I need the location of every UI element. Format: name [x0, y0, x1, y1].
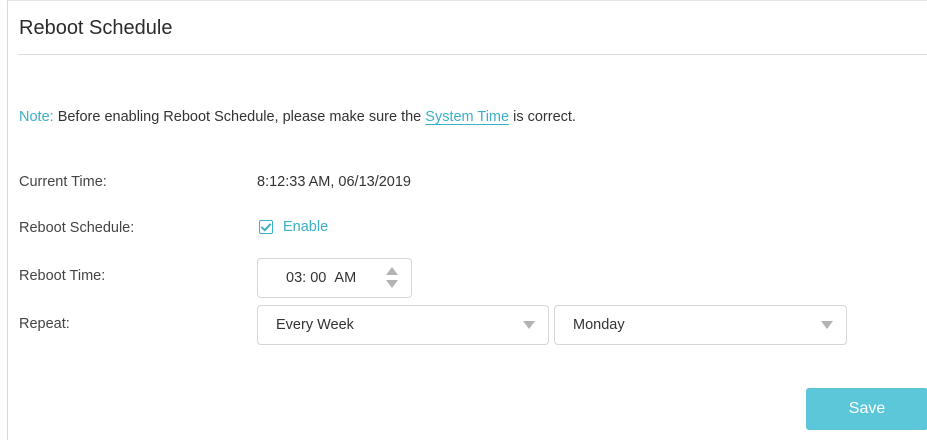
ampm-field[interactable]: AM — [334, 270, 356, 286]
repeat-day-value: Monday — [573, 317, 625, 333]
system-time-link[interactable]: System Time — [425, 109, 509, 125]
title-divider — [18, 54, 927, 55]
page-title: Reboot Schedule — [19, 17, 173, 39]
enable-label[interactable]: Enable — [283, 219, 328, 235]
caret-down-icon — [523, 321, 535, 329]
reboot-time-value: 03: 00 AM — [286, 270, 357, 286]
minute-field[interactable]: 00 — [310, 270, 326, 286]
caret-down-icon — [821, 321, 833, 329]
note-label: Note: — [19, 109, 54, 125]
reboot-time-label: Reboot Time: — [19, 268, 106, 284]
reboot-schedule-label: Reboot Schedule: — [19, 220, 135, 236]
repeat-label: Repeat: — [19, 316, 70, 332]
repeat-frequency-value: Every Week — [276, 317, 354, 333]
repeat-frequency-select[interactable]: Every Week — [257, 305, 549, 345]
save-button[interactable]: Save — [806, 388, 927, 430]
hour-field[interactable]: 03 — [286, 270, 302, 286]
up-down-arrows-icon[interactable] — [385, 265, 399, 291]
note-message: Note: Before enabling Reboot Schedule, p… — [19, 109, 576, 125]
checkmark-icon[interactable] — [259, 220, 273, 234]
enable-checkbox[interactable]: Enable — [259, 219, 328, 235]
reboot-schedule-panel: Reboot Schedule Note: Before enabling Re… — [7, 0, 927, 440]
repeat-day-select[interactable]: Monday — [554, 305, 847, 345]
note-text-after: is correct. — [509, 109, 576, 125]
current-time-label: Current Time: — [19, 174, 107, 190]
reboot-time-input[interactable]: 03: 00 AM — [257, 258, 412, 298]
current-time-value: 8:12:33 AM, 06/13/2019 — [257, 174, 411, 190]
note-text-before: Before enabling Reboot Schedule, please … — [53, 109, 426, 125]
